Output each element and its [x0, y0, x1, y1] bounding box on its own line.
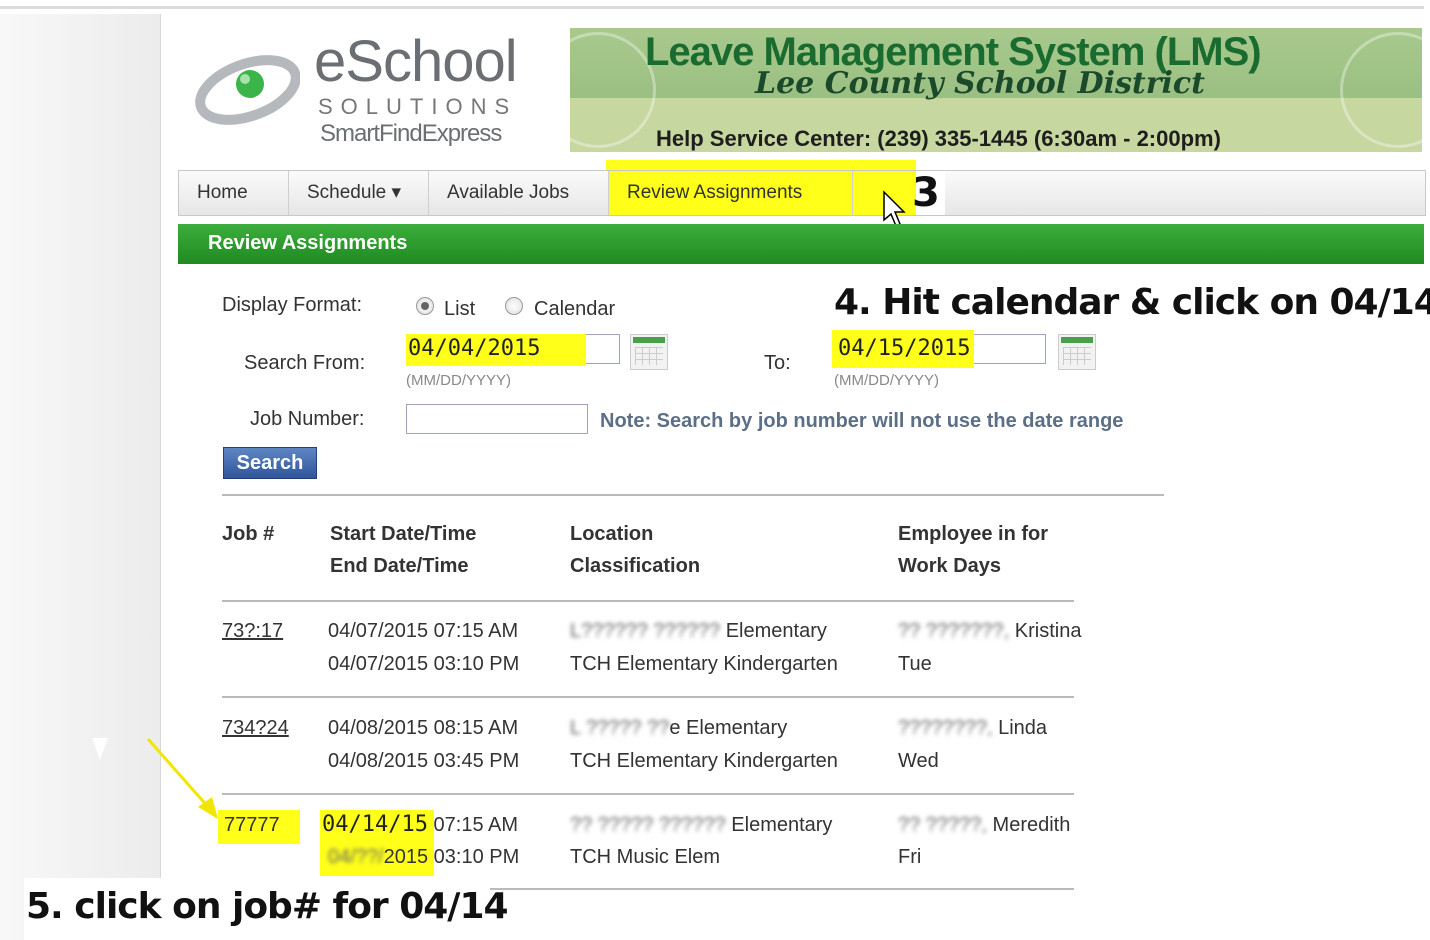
- row-end: 04/07/2015 03:10 PM: [328, 653, 520, 675]
- redacted-end-date: 04/??/: [328, 846, 384, 868]
- row-start-time: 08:15 AM: [433, 717, 519, 739]
- main-nav: Home Schedule ▾ Available Jobs Review As…: [178, 170, 1426, 216]
- job-link[interactable]: 734?24: [222, 717, 289, 740]
- list-radio-label: List: [444, 298, 476, 320]
- col-employee-header: Employee in for: [898, 523, 1049, 545]
- eschool-logo-icon: [195, 55, 300, 125]
- nav-available-jobs[interactable]: Available Jobs: [429, 171, 609, 215]
- row-employee: ????????, Linda: [898, 717, 1047, 740]
- step-5-annotation: 5. click on job# for 04/14: [26, 886, 509, 927]
- redacted-location: L ????? ??: [570, 717, 670, 739]
- help-service-center: Help Service Center: (239) 335-1445 (6:3…: [656, 126, 1221, 151]
- divider: [222, 696, 1074, 698]
- row-days: Tue: [898, 653, 932, 675]
- row-classification: TCH Elementary Kindergarten: [570, 653, 838, 675]
- row-end-value: 2015 03:10 PM: [383, 846, 520, 868]
- redacted-employee: ?? ?????,: [898, 814, 987, 836]
- row-employee: ?? ?????, Meredith: [898, 814, 1070, 837]
- row-start-date: 04/07/2015: [328, 620, 429, 642]
- section-header: Review Assignments: [178, 224, 1424, 264]
- lms-banner: Leave Management System (LMS) Lee County…: [570, 28, 1422, 152]
- redacted-employee: ?? ???????,: [898, 620, 1010, 642]
- row-location-suffix: Elementary: [725, 620, 827, 642]
- col-start-header: Start Date/Time: [330, 523, 477, 545]
- row-location: L ????? ??e Elementary: [570, 717, 787, 740]
- divider: [490, 888, 1074, 890]
- col-workdays-header: Work Days: [898, 555, 1002, 577]
- row-start: 04/14/15 07:15 AM: [322, 812, 518, 837]
- display-format-label: Display Format:: [222, 294, 363, 316]
- step-4-annotation: 4. Hit calendar & click on 04/14: [834, 282, 1430, 323]
- row-end: 04/??/2015 03:10 PM: [328, 846, 519, 869]
- redacted-employee: ????????,: [898, 717, 993, 739]
- job-link[interactable]: 73?:17: [222, 620, 283, 643]
- row-start-date: 04/08/2015: [328, 717, 429, 739]
- col-location-header: Location: [570, 523, 654, 545]
- row-employee: ?? ???????, Kristina: [898, 620, 1082, 643]
- divider: [222, 494, 1164, 496]
- row-location-suffix: Elementary: [731, 814, 833, 836]
- row-location: ?? ????? ?????? Elementary: [570, 814, 832, 837]
- list-radio[interactable]: [416, 297, 434, 315]
- collapse-arrow-icon[interactable]: [92, 738, 108, 760]
- search-from-format-hint: (MM/DD/YYYY): [406, 372, 511, 389]
- to-label: To:: [764, 352, 791, 374]
- logo-product: SmartFindExpress: [320, 120, 502, 147]
- job-number-label: Job Number:: [250, 408, 365, 430]
- row-location: L?????? ?????? Elementary: [570, 620, 827, 643]
- row-classification: TCH Music Elem: [570, 846, 721, 868]
- to-date-calendar-icon[interactable]: [1058, 334, 1096, 370]
- job-number-input[interactable]: [406, 404, 588, 434]
- logo-solutions: SOLUTIONS: [318, 94, 518, 119]
- search-from-value: 04/04/2015: [408, 336, 541, 361]
- divider: [222, 600, 1074, 602]
- search-from-label: Search From:: [244, 352, 366, 374]
- nav-schedule[interactable]: Schedule ▾: [289, 171, 429, 215]
- section-title: Review Assignments: [208, 232, 408, 254]
- logo-brand: eSchool: [314, 29, 518, 94]
- row-start: 04/07/2015 07:15 AM: [328, 620, 518, 643]
- step-3-annotation: 3: [912, 170, 940, 216]
- row-days: Fri: [898, 846, 922, 868]
- search-button[interactable]: Search: [223, 447, 317, 479]
- left-sidebar: [0, 14, 161, 940]
- nav-filler: [945, 171, 1425, 215]
- row-employee-first: Meredith: [992, 814, 1071, 836]
- row-start-date: 04/14/15: [322, 812, 428, 837]
- redacted-location: L?????? ??????: [570, 620, 721, 642]
- row-employee-first: Kristina: [1014, 620, 1082, 642]
- row-employee-first: Linda: [998, 717, 1048, 739]
- row-start-time: 07:15 AM: [433, 814, 519, 836]
- col-classification-header: Classification: [570, 555, 701, 577]
- to-date-format-hint: (MM/DD/YYYY): [834, 372, 939, 389]
- banner-district: Lee County School District: [755, 66, 1206, 101]
- row-end: 04/08/2015 03:45 PM: [328, 750, 520, 772]
- nav-home[interactable]: Home: [179, 171, 289, 215]
- row-start: 04/08/2015 08:15 AM: [328, 717, 518, 740]
- row-days: Wed: [898, 750, 939, 772]
- to-date-value: 04/15/2015: [838, 336, 971, 361]
- job-number-note: Note: Search by job number will not use …: [600, 410, 1124, 432]
- row-location-suffix: e Elementary: [669, 717, 788, 739]
- col-job-header: Job #: [222, 523, 275, 545]
- arrow-annotation-icon: [146, 738, 218, 819]
- col-end-header: End Date/Time: [330, 555, 469, 577]
- row-start-time: 07:15 AM: [433, 620, 519, 642]
- nav-review-assignments[interactable]: Review Assignments: [609, 171, 853, 215]
- calendar-radio[interactable]: [505, 297, 523, 315]
- search-from-calendar-icon[interactable]: [630, 334, 668, 370]
- redacted-location: ?? ????? ??????: [570, 814, 726, 836]
- row-classification: TCH Elementary Kindergarten: [570, 750, 838, 772]
- divider: [222, 793, 1074, 795]
- top-border: [0, 6, 1424, 9]
- calendar-radio-label: Calendar: [534, 298, 616, 320]
- job-link[interactable]: 77777: [224, 814, 280, 837]
